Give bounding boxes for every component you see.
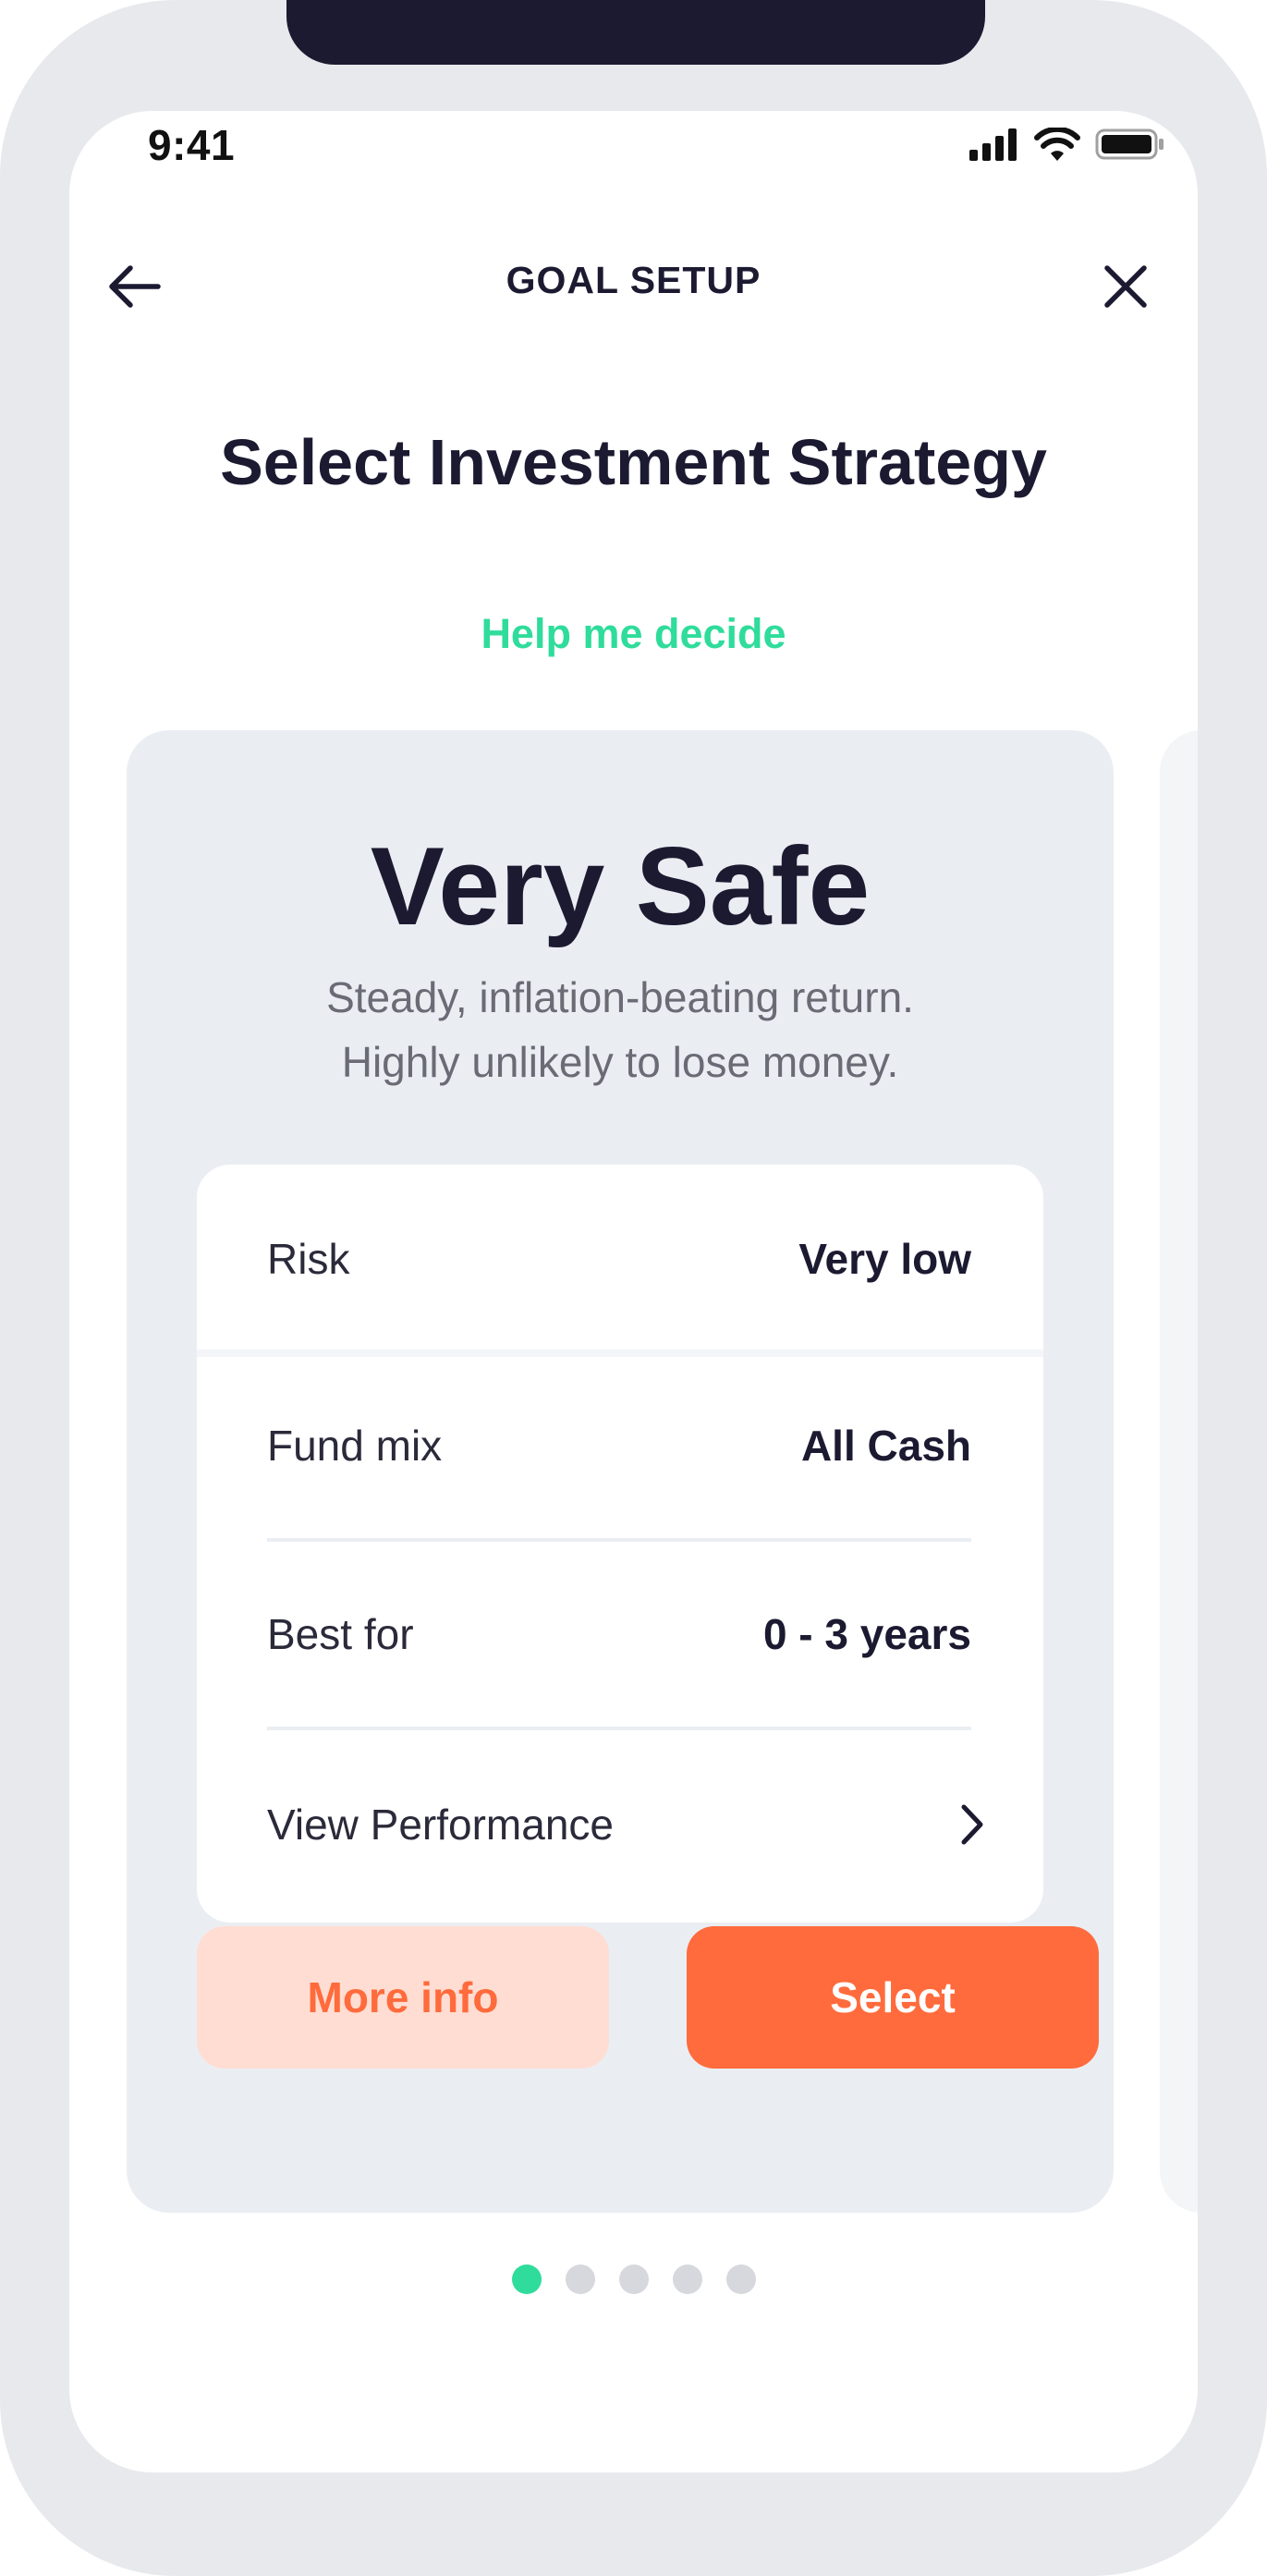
status-icons [968,128,1165,161]
status-time: 9:41 [148,121,236,169]
view-performance-label: View Performance [267,1801,614,1849]
pagination-dot-active[interactable] [511,2265,542,2294]
detail-label: Best for [267,1610,414,1658]
pagination-dot[interactable] [565,2265,595,2294]
detail-label: Fund mix [267,1422,443,1470]
cellular-signal-icon [969,128,1017,161]
detail-label: Risk [267,1235,350,1283]
close-button[interactable] [1089,250,1163,324]
detail-value: Very low [798,1235,971,1283]
strategy-description-line: Highly unlikely to lose money. [341,1038,899,1086]
device-notch [286,0,985,65]
select-button[interactable]: Select [687,1926,1099,2069]
phone-frame: 9:41 GOAL SETUP Select Investment Strate… [0,0,1267,2576]
strategy-name: Very Safe [370,824,871,948]
page-title: Select Investment Strategy [220,426,1047,498]
detail-value: All Cash [800,1422,971,1470]
chevron-right-icon [961,1804,983,1845]
help-me-decide-link[interactable]: Help me decide [69,610,1198,658]
close-icon [1104,265,1147,308]
view-performance-link[interactable]: View Performance [267,1730,983,1919]
pagination-dot[interactable] [618,2265,649,2294]
pagination-dot[interactable] [672,2265,702,2294]
detail-row-best-for: Best for 0 - 3 years [267,1542,971,1730]
next-strategy-card-peek[interactable] [1160,730,1198,2213]
detail-value: 0 - 3 years [762,1610,971,1658]
app-screen: 9:41 GOAL SETUP Select Investment Strate… [69,111,1198,2472]
battery-icon [1095,128,1163,160]
strategy-description: Steady, inflation-beating return. Highly… [127,965,1114,1094]
pagination-dots [69,2265,1198,2294]
strategy-card: Very Safe Steady, inflation-beating retu… [127,730,1114,2213]
detail-row-risk: Risk Very low [267,1165,971,1353]
strategy-description-line: Steady, inflation-beating return. [326,973,914,1021]
pagination-dot[interactable] [725,2265,756,2294]
wifi-icon [1034,128,1080,161]
header-title: GOAL SETUP [506,259,761,301]
detail-row-fund-mix: Fund mix All Cash [267,1353,971,1542]
more-info-button[interactable]: More info [197,1926,609,2069]
strategy-details-panel: Risk Very low Fund mix All Cash Best for… [197,1165,1043,1923]
